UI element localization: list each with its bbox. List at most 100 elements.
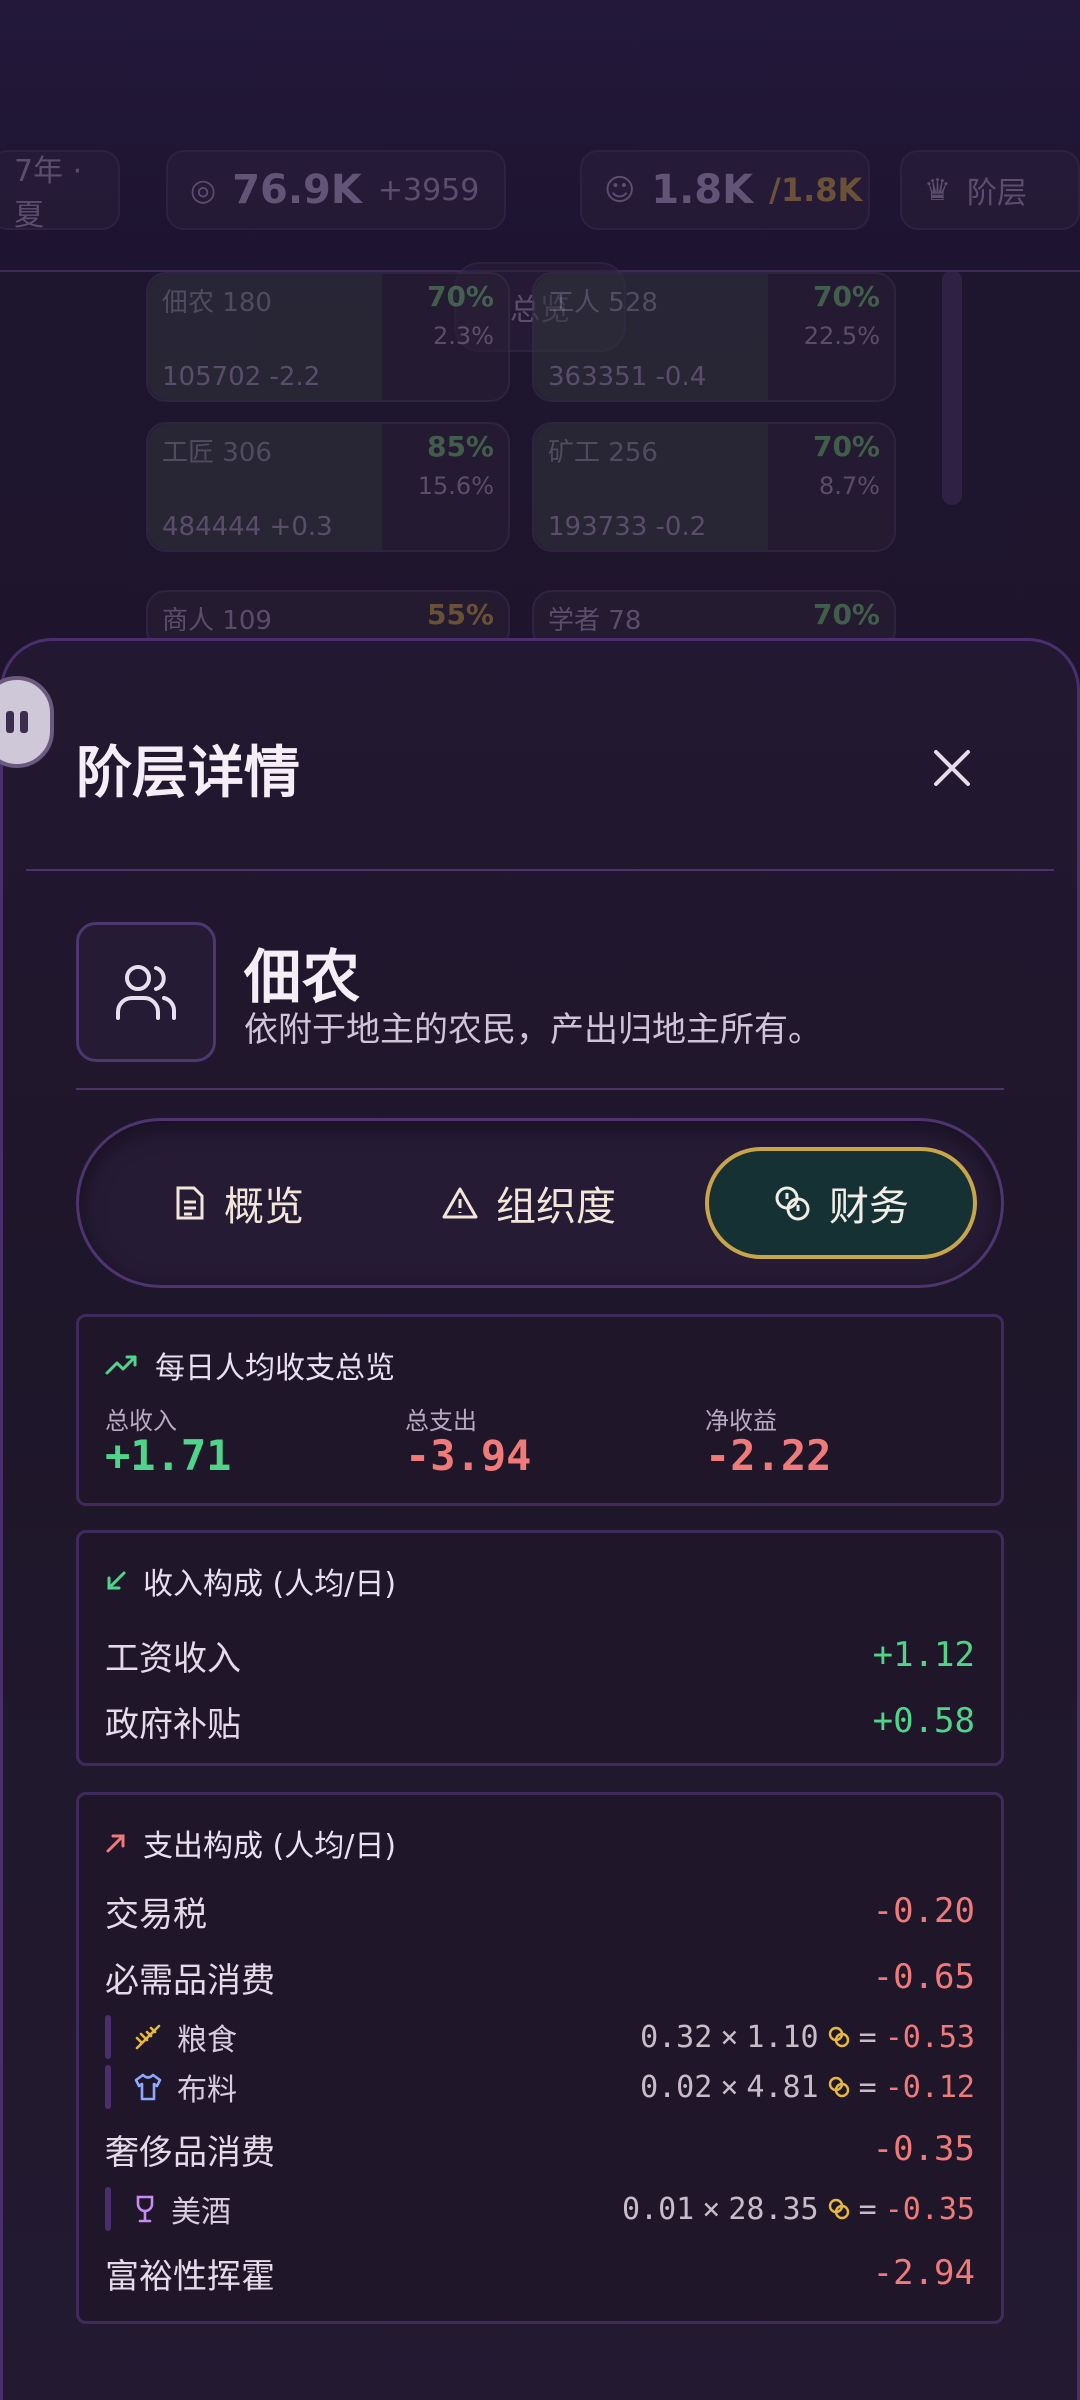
money-delta: +3959	[377, 172, 480, 208]
coins-icon	[775, 1186, 810, 1221]
item-price: 1.10	[746, 2019, 819, 2055]
expense-row-trade-tax: 交易税 -0.20	[105, 1887, 975, 1935]
detail-tabs: 概览 组织度 财务	[76, 1118, 1004, 1288]
money-value: 76.9K	[232, 167, 362, 213]
class-card-sub: 15.6%	[417, 472, 494, 500]
income-row-value: +0.58	[872, 1701, 975, 1741]
divider	[76, 1088, 1004, 1090]
wine-glass-icon	[136, 2195, 154, 2223]
summary-title: 每日人均收支总览	[155, 1351, 395, 1386]
item-qty: 0.02	[640, 2069, 713, 2105]
close-icon	[934, 750, 970, 786]
class-card-sub: 2.3%	[433, 322, 494, 350]
expense-row-value: -0.20	[872, 1891, 975, 1931]
document-icon	[176, 1186, 204, 1220]
class-card-sub: 8.7%	[819, 472, 880, 500]
class-card-wealth: 105702 -2.2	[162, 362, 321, 392]
coin-icon	[828, 2026, 849, 2048]
tab-organization[interactable]: 组织度	[419, 1147, 639, 1259]
money-pill[interactable]: ◎ 76.9K +3959	[166, 150, 506, 230]
equals-sign: =	[858, 2069, 877, 2105]
income-row: 工资收入 +1.12	[105, 1631, 975, 1679]
expense-header: 支出构成 (人均/日)	[105, 1821, 396, 1865]
sheet-title: 阶层详情	[76, 740, 300, 806]
top-status-bar	[0, 0, 1080, 272]
expense-row-value: -0.65	[872, 1957, 975, 1997]
expense-item-grain: 粮食 0.32 × 1.10 = -0.53	[105, 2015, 975, 2059]
class-card-pct: 70%	[812, 598, 880, 631]
trending-up-icon	[105, 1355, 137, 1375]
equals-sign: =	[858, 2191, 877, 2227]
coins-icon: ◎	[190, 172, 217, 208]
class-card-pct: 85%	[426, 430, 494, 463]
expense-row-label: 交易税	[105, 1894, 207, 1935]
income-total: +1.71	[105, 1431, 232, 1480]
income-row-value: +1.12	[872, 1635, 975, 1675]
background-scrollbar[interactable]	[942, 270, 962, 505]
expense-row-label: 奢侈品消费	[105, 2132, 275, 2173]
class-card-artisan[interactable]: 工匠 306 85% 15.6% 484444 +0.3	[146, 422, 510, 552]
warning-icon	[442, 1187, 478, 1219]
class-card-pct: 70%	[812, 280, 880, 313]
people-icon: ☺	[604, 172, 636, 208]
daily-summary-card: 每日人均收支总览 总收入 +1.71 总支出 -3.94 净收益 -2.22	[76, 1314, 1004, 1506]
coin-icon	[828, 2198, 849, 2220]
class-card-miner[interactable]: 矿工 256 70% 8.7% 193733 -0.2	[532, 422, 896, 552]
expense-row-value: -0.35	[872, 2129, 975, 2169]
class-card-name: 商人 109	[162, 606, 272, 636]
summary-header: 每日人均收支总览	[105, 1343, 395, 1387]
class-card-wealth: 484444 +0.3	[162, 512, 333, 542]
expense-row-necessities: 必需品消费 -0.65	[105, 1953, 975, 2001]
close-button[interactable]	[920, 736, 984, 800]
class-card-pct: 70%	[426, 280, 494, 313]
item-qty: 0.01	[622, 2191, 695, 2227]
expense-item-cloth: 布料 0.02 × 4.81 = -0.12	[105, 2065, 975, 2109]
wheat-icon	[135, 2024, 161, 2050]
tab-label: 财务	[829, 1184, 909, 1230]
item-name: 粮食	[177, 2023, 237, 2058]
equals-sign: =	[858, 2019, 877, 2055]
expense-title: 支出构成 (人均/日)	[143, 1829, 397, 1864]
item-price: 4.81	[746, 2069, 819, 2105]
population-pill[interactable]: ☺ 1.8K /1.8K	[580, 150, 870, 230]
classes-pill[interactable]: ♛ 阶层	[900, 150, 1080, 230]
expense-row-lavish: 富裕性挥霍 -2.94	[105, 2249, 975, 2297]
class-card-worker[interactable]: 工人 528 70% 22.5% 363351 -0.4	[532, 272, 896, 402]
tab-overview[interactable]: 概览	[139, 1147, 339, 1259]
expense-row-label: 必需品消费	[105, 1960, 275, 2001]
item-total: -0.35	[884, 2191, 975, 2227]
expense-breakdown-card: 支出构成 (人均/日) 交易税 -0.20 必需品消费 -0.65 粮食 0.3…	[76, 1792, 1004, 2324]
expense-total: -3.94	[405, 1431, 532, 1480]
times-sign: ×	[702, 2191, 721, 2227]
population-max: /1.8K	[769, 171, 863, 209]
income-row: 政府补贴 +0.58	[105, 1697, 975, 1745]
income-row-label: 工资收入	[105, 1638, 241, 1679]
tab-label: 概览	[224, 1184, 304, 1230]
class-card-wealth: 193733 -0.2	[548, 512, 707, 542]
times-sign: ×	[720, 2019, 739, 2055]
classes-label: 阶层	[966, 176, 1027, 211]
item-name: 布料	[177, 2073, 237, 2108]
income-breakdown-card: 收入构成 (人均/日) 工资收入 +1.12 政府补贴 +0.58	[76, 1530, 1004, 1766]
net-total: -2.22	[705, 1431, 832, 1480]
class-card-name: 学者 78	[548, 606, 642, 636]
class-card-pct: 55%	[426, 598, 494, 631]
divider	[26, 869, 1054, 871]
item-price: 28.35	[728, 2191, 819, 2227]
expense-row-label: 富裕性挥霍	[105, 2256, 275, 2297]
class-card-pct: 70%	[812, 430, 880, 463]
class-card-sub: 22.5%	[803, 322, 880, 350]
crown-icon: ♛	[924, 172, 951, 208]
expense-item-wine: 美酒 0.01 × 28.35 = -0.35	[105, 2187, 975, 2231]
item-name: 美酒	[171, 2195, 231, 2230]
class-icon-box	[76, 922, 216, 1062]
arrow-down-left-icon	[107, 1571, 126, 1590]
class-card-wealth: 363351 -0.4	[548, 362, 707, 392]
item-total: -0.12	[884, 2069, 975, 2105]
tab-label: 组织度	[496, 1184, 616, 1230]
class-card-tenant[interactable]: 佃农 180 70% 2.3% 105702 -2.2	[146, 272, 510, 402]
expense-row-luxury: 奢侈品消费 -0.35	[105, 2125, 975, 2173]
users-icon	[116, 965, 176, 1020]
arrow-up-right-icon	[106, 1834, 125, 1853]
tab-finance[interactable]: 财务	[705, 1147, 977, 1259]
